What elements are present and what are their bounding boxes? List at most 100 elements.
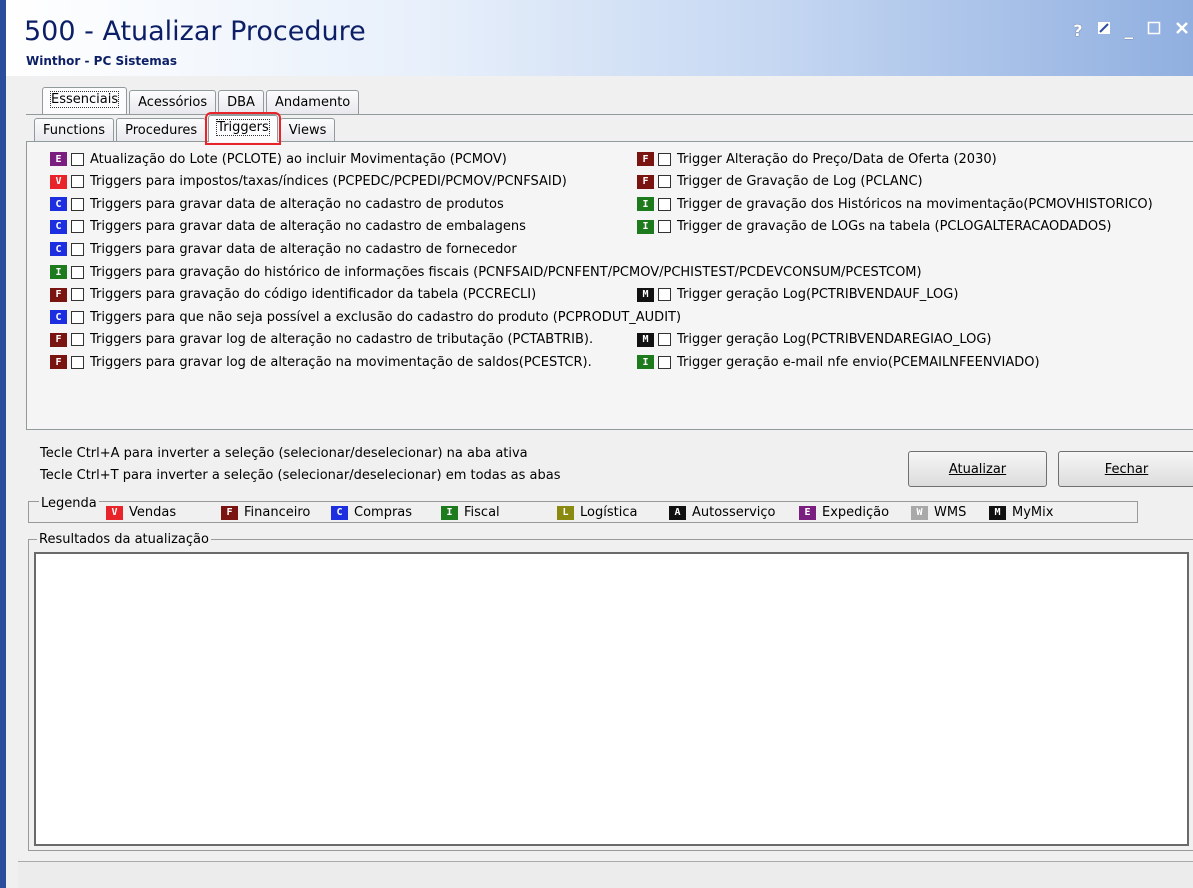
tab-label: Triggers <box>216 119 270 136</box>
trigger-item[interactable]: I Triggers para gravação do histórico de … <box>50 262 922 282</box>
legend-label: Fiscal <box>464 505 500 520</box>
legend-badge-icon: A <box>669 505 686 520</box>
legend-badge-icon: W <box>911 505 928 520</box>
trigger-label: Trigger de gravação dos Históricos na mo… <box>677 196 1153 212</box>
legend-badge-icon: F <box>221 505 238 520</box>
trigger-checkbox[interactable] <box>71 152 84 166</box>
trigger-checkbox[interactable] <box>71 220 84 234</box>
legend-badge-icon: E <box>799 505 816 520</box>
window-subtitle: Winthor - PC Sistemas <box>26 54 177 68</box>
help-icon[interactable]: ? <box>1073 21 1082 40</box>
trigger-label: Triggers para que não seja possível a ex… <box>90 309 682 325</box>
category-badge-icon: M <box>637 287 654 302</box>
trigger-checkbox[interactable] <box>71 175 84 189</box>
close-icon[interactable] <box>1175 20 1189 40</box>
app-window: 500 - Atualizar Procedure Winthor - PC S… <box>0 0 1193 888</box>
trigger-checkbox[interactable] <box>71 333 84 347</box>
legend-label: Vendas <box>129 505 177 520</box>
window-title: 500 - Atualizar Procedure <box>24 16 366 47</box>
trigger-checkbox[interactable] <box>658 333 671 347</box>
trigger-checkbox[interactable] <box>658 175 671 189</box>
trigger-checkbox[interactable] <box>658 152 671 166</box>
tab-label: Procedures <box>125 123 198 138</box>
trigger-item[interactable]: C Triggers para gravar data de alteração … <box>50 194 504 214</box>
update-button[interactable]: Atualizar <box>908 451 1047 487</box>
trigger-item[interactable]: I Trigger de gravação de LOGs na tabela (… <box>637 217 1111 237</box>
trigger-label: Triggers para gravar data de alteração n… <box>90 241 517 257</box>
legend-item: V Vendas <box>106 505 176 520</box>
restore-icon[interactable] <box>1097 20 1111 40</box>
trigger-checkbox[interactable] <box>71 288 84 302</box>
status-bar <box>18 861 1193 888</box>
category-badge-icon: F <box>50 287 67 302</box>
trigger-checkbox[interactable] <box>71 197 84 211</box>
trigger-item[interactable]: F Triggers para gravar log de alteração n… <box>50 330 593 350</box>
trigger-item[interactable]: M Trigger geração Log(PCTRIBVENDAUF_LOG) <box>637 285 958 305</box>
category-badge-icon: I <box>637 355 654 370</box>
legend-label: Financeiro <box>244 505 311 520</box>
results-group: Resultados da atualização <box>28 532 1193 851</box>
legend-badge-icon: V <box>106 505 123 520</box>
trigger-label: Triggers para gravação do histórico de i… <box>90 264 922 280</box>
hint-ctrl-t: Tecle Ctrl+T para inverter a seleção (se… <box>40 468 561 483</box>
tab-label: Essenciais <box>49 91 120 108</box>
tab-functions[interactable]: Functions <box>34 118 115 142</box>
results-title: Resultados da atualização <box>37 532 211 547</box>
tab-acessrios[interactable]: Acessórios <box>129 90 217 114</box>
legend-label: Autosserviço <box>692 505 776 520</box>
results-textarea[interactable] <box>34 552 1189 846</box>
trigger-label: Triggers para gravar data de alteração n… <box>90 219 526 235</box>
trigger-checkbox[interactable] <box>658 355 671 369</box>
legend-label: Expedição <box>822 505 890 520</box>
trigger-checkbox[interactable] <box>71 242 84 256</box>
tab-procedures[interactable]: Procedures <box>116 118 207 142</box>
legend-badge-icon: I <box>441 505 458 520</box>
trigger-item[interactable]: I Trigger de gravação dos Históricos na m… <box>637 194 1153 214</box>
trigger-item[interactable]: F Triggers para gravar log de alteração n… <box>50 352 592 372</box>
tab-essenciais[interactable]: Essenciais <box>42 87 128 114</box>
tab-label: Views <box>288 123 327 138</box>
legend-item: C Compras <box>331 505 412 520</box>
tab-triggers[interactable]: Triggers <box>205 112 281 145</box>
tab-label: Andamento <box>274 95 351 110</box>
trigger-item[interactable]: C Triggers para gravar data de alteração … <box>50 239 517 259</box>
trigger-item[interactable]: F Trigger de Gravação de Log (PCLANC) <box>637 172 923 192</box>
trigger-label: Triggers para gravar log de alteração na… <box>90 354 592 370</box>
title-bar[interactable]: 500 - Atualizar Procedure Winthor - PC S… <box>6 0 1193 76</box>
tab-dba[interactable]: DBA <box>218 90 264 114</box>
trigger-checkbox[interactable] <box>71 355 84 369</box>
trigger-checkbox[interactable] <box>658 220 671 234</box>
trigger-item[interactable]: F Triggers para gravação do código identi… <box>50 285 536 305</box>
tab-label: Acessórios <box>138 95 208 110</box>
minimize-icon[interactable]: _ <box>1125 20 1134 40</box>
trigger-label: Atualização do Lote (PCLOTE) ao incluir … <box>90 151 507 167</box>
trigger-checkbox[interactable] <box>71 310 84 324</box>
maximize-icon[interactable] <box>1147 20 1161 40</box>
category-badge-icon: I <box>637 219 654 234</box>
category-badge-icon: I <box>637 197 654 212</box>
trigger-label: Trigger geração e-mail nfe envio(PCEMAIL… <box>677 354 1040 370</box>
category-badge-icon: V <box>50 174 67 189</box>
trigger-item[interactable]: V Triggers para impostos/taxas/índices (P… <box>50 172 567 192</box>
trigger-checkbox[interactable] <box>658 197 671 211</box>
tab-andamento[interactable]: Andamento <box>265 90 360 114</box>
trigger-checkbox[interactable] <box>658 288 671 302</box>
trigger-item[interactable]: F Trigger Alteração do Preço/Data de Ofer… <box>637 149 997 169</box>
trigger-label: Trigger de gravação de LOGs na tabela (P… <box>677 219 1112 235</box>
tab-views[interactable]: Views <box>279 118 336 142</box>
trigger-item[interactable]: C Triggers para que não seja possível a e… <box>50 307 681 327</box>
category-badge-icon: C <box>50 219 67 234</box>
trigger-label: Triggers para impostos/taxas/índices (PC… <box>90 174 567 190</box>
trigger-item[interactable]: M Trigger geração Log(PCTRIBVENDAREGIAO_L… <box>637 330 991 350</box>
legend-label: Logística <box>580 505 638 520</box>
category-badge-icon: F <box>637 152 654 166</box>
trigger-checkbox[interactable] <box>71 265 84 279</box>
close-button[interactable]: Fechar <box>1058 451 1193 487</box>
legend-item: I Fiscal <box>441 505 500 520</box>
trigger-item[interactable]: E Atualização do Lote (PCLOTE) ao incluir… <box>50 149 507 169</box>
legend-box: Legenda V Vendas F Financeiro C Compras I Fisca… <box>28 496 1138 523</box>
legend-label: MyMix <box>1012 505 1054 520</box>
trigger-label: Trigger de Gravação de Log (PCLANC) <box>677 174 923 190</box>
trigger-item[interactable]: I Trigger geração e-mail nfe envio(PCEMAI… <box>637 352 1040 372</box>
trigger-item[interactable]: C Triggers para gravar data de alteração … <box>50 217 526 237</box>
